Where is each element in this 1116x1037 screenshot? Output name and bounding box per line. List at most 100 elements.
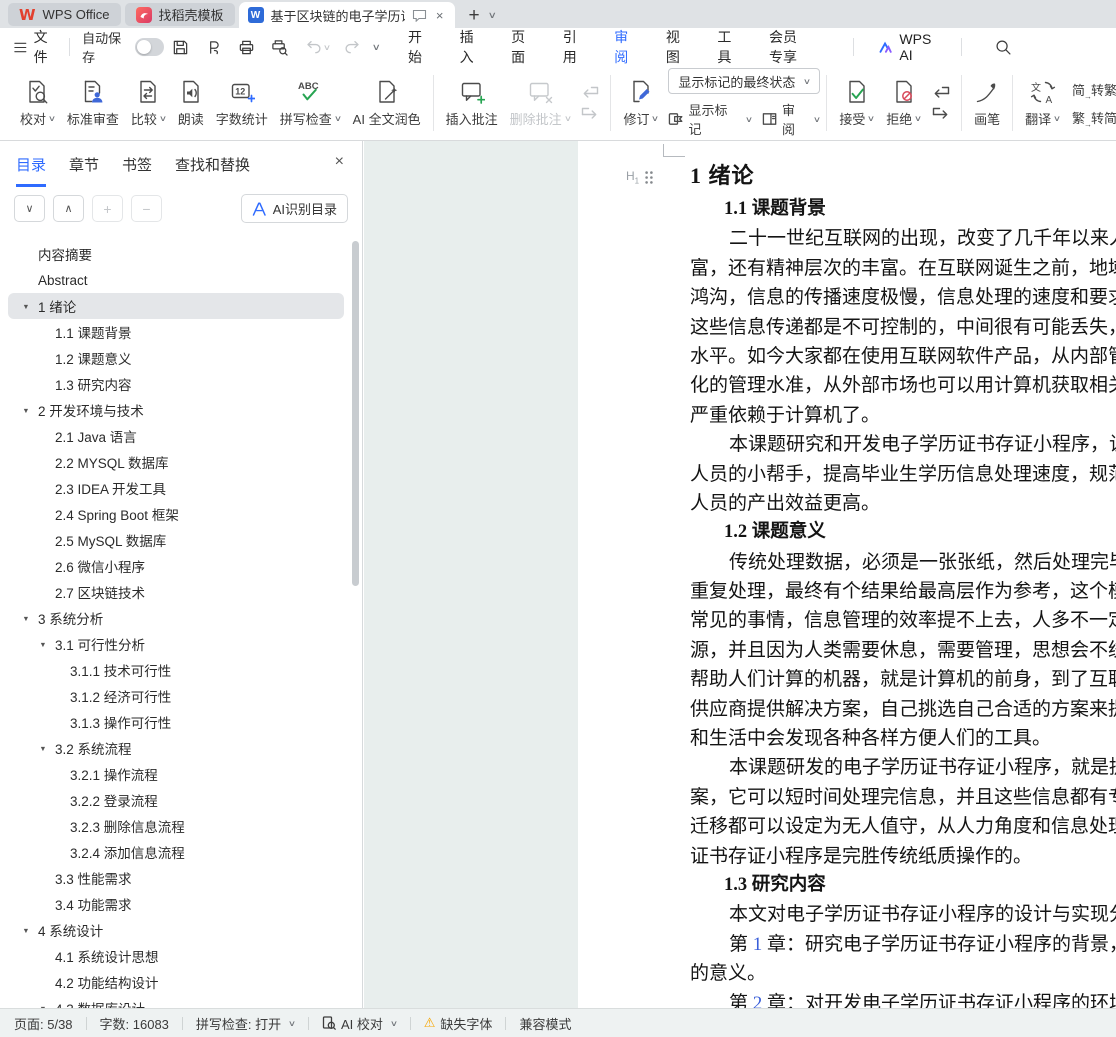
toc-item[interactable]: ▼ 3 系统分析 xyxy=(8,605,344,631)
previous-change-icon[interactable] xyxy=(932,86,950,99)
ai-proofread-status[interactable]: AI 校对 ∨ xyxy=(322,1014,398,1033)
toc-item[interactable]: 2.6 微信小程序 xyxy=(8,553,344,579)
toc-item-label: 2.1 Java 语言 xyxy=(55,430,137,445)
toc-expand-arrow-icon[interactable]: ▼ xyxy=(39,744,46,752)
export-button[interactable] xyxy=(200,36,227,59)
toc-item[interactable]: 3.1.2 经济可行性 xyxy=(8,683,344,709)
compare-button[interactable]: 比较 ∨ xyxy=(125,72,172,134)
simplified-to-traditional-button[interactable]: 简 → 转繁 xyxy=(1072,80,1116,101)
toc-item[interactable]: ▼4.3 数据库设计 xyxy=(8,995,344,1008)
toc-item[interactable]: 3.2.1 操作流程 xyxy=(8,761,344,787)
tab-active-document[interactable]: W 基于区块链的电子学历证书存 × xyxy=(238,2,455,28)
menu-item-3[interactable]: 页面 xyxy=(511,27,532,67)
toc-item[interactable]: 2.7 区块链技术 xyxy=(8,579,344,605)
toc-item[interactable]: 3.2.2 登录流程 xyxy=(8,787,344,813)
insert-comment-button[interactable]: 插入批注 xyxy=(440,72,504,134)
toc-item[interactable]: ▼ 2 开发环境与技术 xyxy=(8,397,344,423)
translate-button[interactable]: 文A 翻译 ∨ xyxy=(1019,72,1066,134)
heading-level-marker[interactable]: H1 xyxy=(626,169,654,185)
toc-expand-arrow-icon[interactable]: ▼ xyxy=(39,640,46,648)
menu-item-2[interactable]: 插入 xyxy=(460,27,481,67)
toc-item[interactable]: ▼ 1 绪论 xyxy=(8,293,344,319)
traditional-to-simplified-button[interactable]: 繁 → 转简 xyxy=(1072,108,1116,129)
menu-item-8[interactable]: 会员专享 xyxy=(769,27,810,67)
quickbar-more-chevron-icon[interactable]: ∨ xyxy=(372,42,381,53)
expand-all-button[interactable]: ∨ xyxy=(14,195,45,222)
toc-expand-arrow-icon[interactable]: ▼ xyxy=(22,926,29,934)
reject-change-button[interactable]: 拒绝 ∨ xyxy=(880,72,927,134)
proofread-button[interactable]: 校对 ∨ xyxy=(14,72,61,134)
menu-item-7[interactable]: 工具 xyxy=(717,27,738,67)
word-count-indicator[interactable]: 字数: 16083 xyxy=(100,1014,169,1033)
toc-item[interactable]: ▼ 3.2 系统流程 xyxy=(8,735,344,761)
menu-item-6[interactable]: 视图 xyxy=(666,27,687,67)
page-indicator[interactable]: 页面: 5/38 xyxy=(14,1014,73,1033)
review-pane-button[interactable]: 审阅 ∨ xyxy=(762,100,822,138)
autosave-toggle[interactable] xyxy=(134,38,164,56)
toc-item[interactable]: 1.1 课题背景 xyxy=(8,319,344,345)
toc-item[interactable]: 1.2 课题意义 xyxy=(8,345,344,371)
file-menu[interactable]: 文件 xyxy=(14,27,57,67)
print-preview-button[interactable] xyxy=(266,36,293,59)
read-aloud-button[interactable]: 朗读 xyxy=(172,72,210,134)
accept-change-button[interactable]: 接受 ∨ xyxy=(833,72,880,134)
divider xyxy=(69,38,71,56)
tab-docer-templates[interactable]: 找稻壳模板 xyxy=(124,3,235,26)
toc-item[interactable]: Abstract xyxy=(8,267,344,293)
toc-item[interactable]: 3.1.3 操作可行性 xyxy=(8,709,344,735)
wps-ai-button[interactable]: WPS AI xyxy=(879,31,936,63)
ink-brush-button[interactable]: 画笔 xyxy=(968,72,1006,134)
save-button[interactable] xyxy=(167,36,194,59)
spellcheck-status[interactable]: 拼写检查: 打开 ∨ xyxy=(196,1014,296,1033)
sidebar-tab-toc[interactable]: 目录 xyxy=(16,154,47,187)
close-sidebar-icon[interactable]: × xyxy=(335,153,344,171)
toc-item[interactable]: 2.1 Java 语言 xyxy=(8,423,344,449)
toc-expand-arrow-icon[interactable]: ▼ xyxy=(22,614,29,622)
menu-item-1[interactable]: 开始 xyxy=(408,27,429,67)
show-markup-button[interactable]: 显示标记 ∨ xyxy=(668,100,753,138)
toc-item[interactable]: 3.2.3 删除信息流程 xyxy=(8,813,344,839)
print-button[interactable] xyxy=(233,36,260,59)
next-change-icon[interactable] xyxy=(932,107,950,120)
compatibility-mode-indicator[interactable]: 兼容模式 xyxy=(519,1014,571,1033)
toc-item[interactable]: 3.2.4 添加信息流程 xyxy=(8,839,344,865)
track-changes-button[interactable]: 修订 ∨ xyxy=(617,72,664,134)
missing-font-warning[interactable]: ⚠ 缺失字体 xyxy=(424,1014,493,1033)
markup-state-dropdown[interactable]: 显示标记的最终状态 ∨ xyxy=(668,68,821,94)
comment-bubble-icon[interactable] xyxy=(412,9,427,22)
toc-item[interactable]: 4.2 功能结构设计 xyxy=(8,969,344,995)
collapse-all-button[interactable]: ∧ xyxy=(53,195,84,222)
sidebar-tab-bookmarks[interactable]: 书签 xyxy=(122,154,152,184)
document-page[interactable]: H1 1 绪论 1.1 课题背景二十一世纪互联网的出现，改变了几千年以来人们的生… xyxy=(578,141,1116,1008)
sidebar-tab-find-replace[interactable]: 查找和替换 xyxy=(175,154,250,184)
toc-item[interactable]: 4.1 系统设计思想 xyxy=(8,943,344,969)
toc-item[interactable]: 2.2 MYSQL 数据库 xyxy=(8,449,344,475)
ai-polish-button[interactable]: AI 全文润色 xyxy=(347,72,427,134)
sidebar-tab-chapters[interactable]: 章节 xyxy=(69,154,99,184)
toc-item[interactable]: 3.1.1 技术可行性 xyxy=(8,657,344,683)
drag-handle-icon[interactable] xyxy=(644,170,654,185)
toc-expand-arrow-icon[interactable]: ▼ xyxy=(22,406,29,414)
toc-item[interactable]: 3.3 性能需求 xyxy=(8,865,344,891)
tab-list-chevron-icon[interactable]: ∨ xyxy=(487,10,496,21)
toc-expand-arrow-icon[interactable]: ▼ xyxy=(22,302,29,310)
toc-item[interactable]: 内容摘要 xyxy=(8,241,344,267)
ai-recognize-toc-button[interactable]: AI识别目录 xyxy=(240,194,348,223)
spell-check-button[interactable]: ABC 拼写检查 ∨ xyxy=(274,72,347,134)
toc-item[interactable]: 2.4 Spring Boot 框架 xyxy=(8,501,344,527)
toc-item[interactable]: 2.3 IDEA 开发工具 xyxy=(8,475,344,501)
toc-item[interactable]: 3.4 功能需求 xyxy=(8,891,344,917)
menu-item-5[interactable]: 审阅 xyxy=(614,27,635,77)
close-tab-icon[interactable]: × xyxy=(434,8,446,23)
toc-item[interactable]: 1.3 研究内容 xyxy=(8,371,344,397)
sidebar-scrollbar-thumb[interactable] xyxy=(352,241,359,586)
search-button[interactable] xyxy=(990,36,1017,59)
toc-item[interactable]: 2.5 MySQL 数据库 xyxy=(8,527,344,553)
standard-review-button[interactable]: 标准审查 xyxy=(61,72,125,134)
toc-item[interactable]: ▼ 4 系统设计 xyxy=(8,917,344,943)
tab-wps-office[interactable]: W WPS Office xyxy=(8,3,121,26)
menu-item-4[interactable]: 引用 xyxy=(563,27,584,67)
new-tab-button[interactable]: + xyxy=(469,6,480,25)
toc-item[interactable]: ▼ 3.1 可行性分析 xyxy=(8,631,344,657)
word-count-button[interactable]: 12 字数统计 xyxy=(210,72,274,134)
